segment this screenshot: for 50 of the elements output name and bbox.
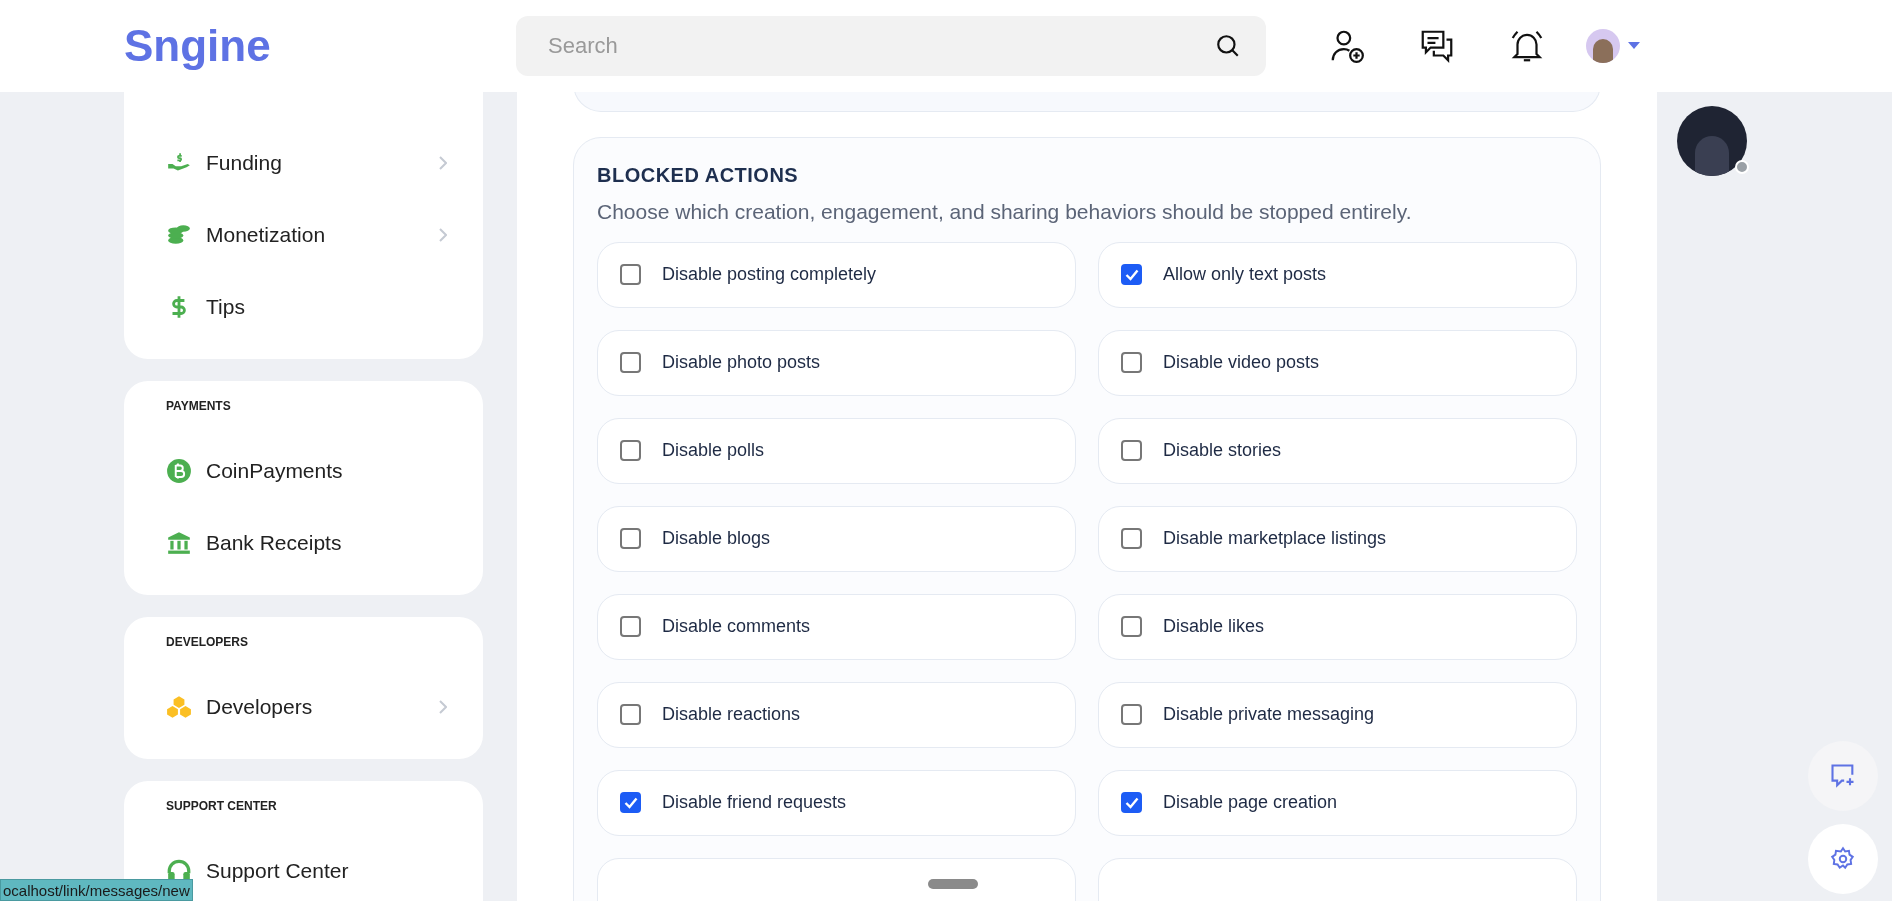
checkbox-option[interactable]: Allow only text posts <box>1098 241 1577 308</box>
checkbox[interactable] <box>620 616 641 637</box>
section-description: Choose which creation, engagement, and sharing behaviors should be stopped entirely. <box>597 199 1413 225</box>
bitcoin-icon <box>166 458 192 484</box>
section-title: BLOCKED ACTIONS <box>597 163 800 188</box>
checkbox[interactable] <box>620 704 641 725</box>
checkbox-option[interactable]: Disable blogs <box>597 505 1076 572</box>
checkbox[interactable] <box>620 352 641 373</box>
checkbox-option[interactable]: Disable private messaging <box>1098 681 1577 748</box>
checkbox[interactable] <box>1121 616 1142 637</box>
section-label: DEVELOPERS <box>166 634 250 651</box>
checkbox[interactable] <box>1121 704 1142 725</box>
checkbox-option[interactable]: Disable photo posts <box>597 329 1076 396</box>
checkbox[interactable] <box>1121 440 1142 461</box>
sidebar-item[interactable]: CoinPayments <box>166 435 447 507</box>
chat-plus-icon <box>1829 762 1857 790</box>
checkbox-option[interactable]: Disable comments <box>597 593 1076 660</box>
checkbox[interactable] <box>620 440 641 461</box>
sidebar-item[interactable]: Developers <box>166 671 447 743</box>
checkbox-option[interactable]: Disable friend requests <box>597 769 1076 836</box>
settings-icon <box>1830 846 1856 872</box>
checkbox-option[interactable]: Disable page creation <box>1098 769 1577 836</box>
avatar[interactable] <box>1586 29 1620 63</box>
checkbox[interactable] <box>620 528 641 549</box>
logo[interactable]: Sngine <box>124 24 416 68</box>
checkbox[interactable] <box>1121 352 1142 373</box>
checkbox-option[interactable]: Disable polls <box>597 417 1076 484</box>
bank-icon <box>166 530 192 556</box>
checkbox[interactable] <box>620 792 641 813</box>
sidebar-item[interactable]: Funding <box>166 127 447 199</box>
section-label: SUPPORT CENTER <box>166 798 278 815</box>
checkbox[interactable] <box>620 264 641 285</box>
sidebar-item[interactable]: Monetization <box>166 199 447 271</box>
checkbox[interactable] <box>1121 792 1142 813</box>
checkbox-option[interactable]: Disable stories <box>1098 417 1577 484</box>
search-icon[interactable] <box>1215 33 1241 59</box>
cubes-icon <box>166 694 192 720</box>
sidebar-item[interactable]: Tips <box>166 271 447 343</box>
caret-icon[interactable] <box>1628 42 1640 50</box>
checkbox-option[interactable]: Disable video posts <box>1098 329 1577 396</box>
checkbox-option[interactable]: Disable posting completely <box>597 241 1076 308</box>
checkbox-option[interactable]: Disable likes <box>1098 593 1577 660</box>
search-field[interactable]: Search <box>516 16 1266 76</box>
section-label: PAYMENTS <box>166 398 232 415</box>
sidebar-item[interactable]: Bank Receipts <box>166 507 447 579</box>
checkbox-option[interactable]: Disable reactions <box>597 681 1076 748</box>
checkbox[interactable] <box>1121 528 1142 549</box>
checkbox-option[interactable]: Disable marketplace listings <box>1098 505 1577 572</box>
checkbox[interactable] <box>1121 264 1142 285</box>
scroll-handle[interactable] <box>928 879 978 889</box>
